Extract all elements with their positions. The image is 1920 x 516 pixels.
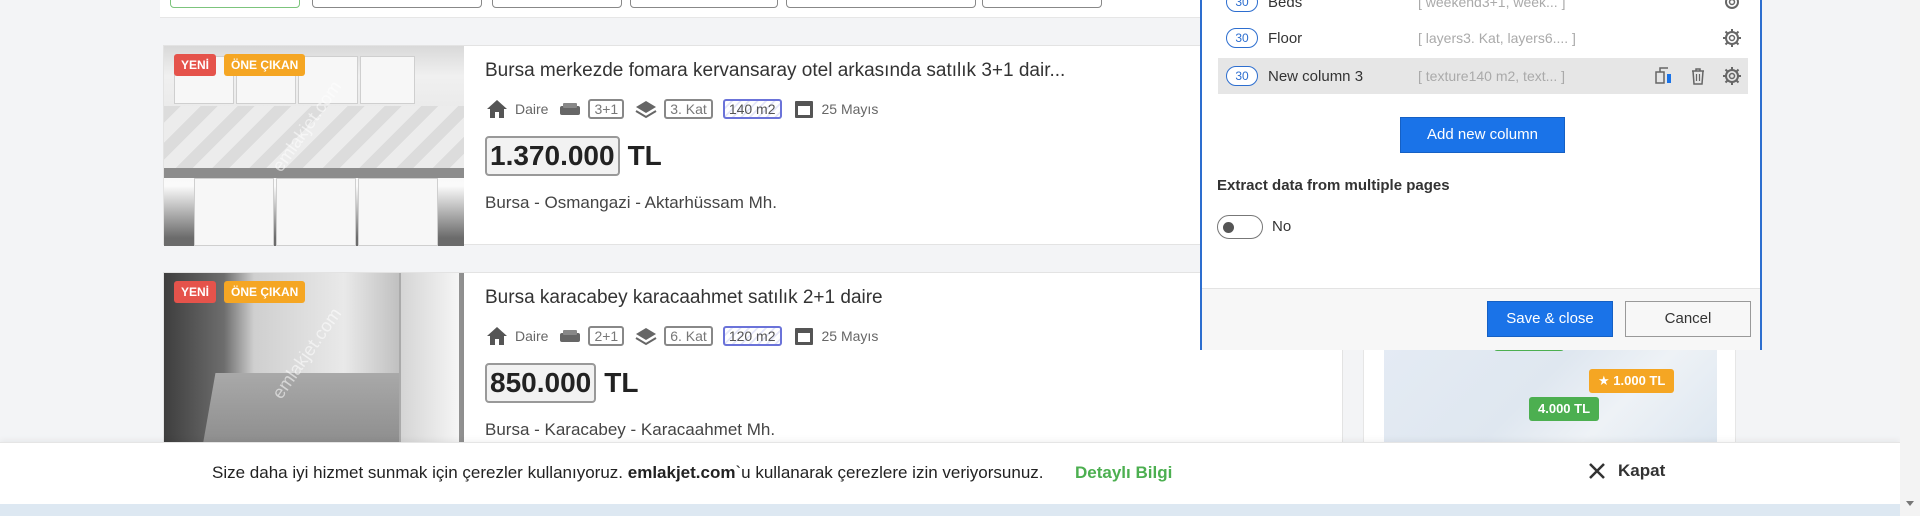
- column-name[interactable]: Floor: [1268, 30, 1418, 47]
- layers-icon: [635, 328, 657, 346]
- room-count: 3+1: [588, 99, 625, 119]
- transform-icon[interactable]: [1654, 66, 1674, 86]
- listing-price: 1.370.000 TL: [485, 136, 662, 176]
- dialog-footer: Save & close Cancel: [1202, 288, 1760, 350]
- layers-icon: [635, 101, 657, 119]
- column-preview: [ texture140 m2, text... ]: [1418, 68, 1566, 84]
- cookie-banner: Size daha iyi hizmet sunmak için çerezle…: [0, 442, 1900, 504]
- listing-price: 850.000 TL: [485, 363, 638, 403]
- house-icon: [487, 327, 507, 345]
- multi-page-toggle[interactable]: [1217, 215, 1263, 239]
- sofa-icon: [560, 103, 581, 115]
- toggle-value: No: [1272, 218, 1292, 235]
- calendar-icon: [794, 328, 813, 345]
- listing-date: 25 Mayıs: [821, 101, 879, 117]
- save-close-button[interactable]: Save & close: [1487, 301, 1613, 337]
- map-tag-label: 4.000 TL: [1538, 401, 1591, 416]
- close-icon[interactable]: [1588, 462, 1606, 480]
- map-price-tag[interactable]: 4.000 TL: [1529, 397, 1600, 421]
- cookie-message: Size daha iyi hizmet sunmak için çerezle…: [212, 463, 1044, 483]
- page-scrollbar[interactable]: [1900, 0, 1920, 516]
- star-icon: ★: [1598, 373, 1610, 388]
- listing-photo[interactable]: emlakjet.com YENİ ÖNE ÇIKAN: [164, 46, 464, 246]
- gear-icon[interactable]: [1722, 66, 1742, 86]
- column-name[interactable]: Beds: [1268, 0, 1418, 11]
- multi-page-title: Extract data from multiple pages: [1217, 177, 1450, 194]
- filter-bar: [160, 0, 1345, 18]
- filter-pill[interactable]: [786, 0, 976, 8]
- floor-number: 3. Kat: [664, 99, 713, 119]
- bottom-bar: [0, 504, 1900, 516]
- filter-pill[interactable]: [982, 0, 1102, 8]
- cookie-close-button[interactable]: Kapat: [1588, 461, 1665, 481]
- floor-number: 6. Kat: [664, 326, 713, 346]
- price-currency: TL: [604, 367, 639, 398]
- listing-title[interactable]: Bursa merkezde fomara kervansaray otel a…: [485, 60, 1065, 82]
- calendar-icon: [794, 101, 813, 118]
- column-row-selected[interactable]: 30 New column 3 [ texture140 m2, text...…: [1218, 58, 1748, 94]
- column-name[interactable]: New column 3: [1268, 68, 1418, 85]
- map-price-tag[interactable]: ★ 1.000 TL: [1589, 369, 1675, 393]
- column-row[interactable]: 30 Beds [ weekend3+1, week... ]: [1218, 0, 1748, 20]
- close-label[interactable]: Kapat: [1618, 461, 1665, 481]
- property-type: Daire: [515, 101, 549, 117]
- listing-meta: Daire 3+1 3. Kat 140 m2 25 Mayıs: [485, 97, 878, 121]
- filter-pill[interactable]: [630, 0, 778, 8]
- area-size: 140 m2: [722, 99, 782, 119]
- listing-location: Bursa - Osmangazi - Aktarhüssam Mh.: [485, 193, 777, 212]
- featured-badge: ÖNE ÇIKAN: [224, 281, 306, 303]
- new-badge: YENİ: [174, 54, 217, 76]
- listing-meta: Daire 2+1 6. Kat 120 m2 25 Mayıs: [485, 324, 878, 348]
- filter-pill[interactable]: [312, 0, 482, 8]
- row-number: 30: [1226, 28, 1258, 48]
- column-row[interactable]: 30 Floor [ layers3. Kat, layers6.... ]: [1218, 20, 1748, 56]
- gear-icon[interactable]: [1722, 0, 1742, 12]
- listing-card[interactable]: emlakjet.com YENİ ÖNE ÇIKAN Bursa merkez…: [163, 45, 1343, 246]
- map-tag-label: 1.000 TL: [1613, 373, 1666, 388]
- filter-pill[interactable]: [170, 0, 300, 8]
- gear-icon[interactable]: [1722, 28, 1742, 48]
- column-preview: [ weekend3+1, week... ]: [1418, 0, 1566, 10]
- sofa-icon: [560, 330, 581, 342]
- featured-badge: ÖNE ÇIKAN: [224, 54, 306, 76]
- row-number: 30: [1226, 66, 1258, 86]
- property-type: Daire: [515, 328, 549, 344]
- room-count: 2+1: [588, 326, 625, 346]
- listing-location: Bursa - Karacabey - Karacaahmet Mh.: [485, 420, 776, 439]
- price-currency: TL: [627, 140, 662, 171]
- cookie-text-before: Size daha iyi hizmet sunmak için çerezle…: [212, 463, 624, 482]
- new-badge: YENİ: [174, 281, 217, 303]
- cookie-brand: emlakjet.com: [627, 463, 736, 482]
- listing-title[interactable]: Bursa karacabey karacaahmet satılık 2+1 …: [485, 287, 883, 309]
- cookie-details-link[interactable]: Detaylı Bilgi: [1075, 463, 1172, 483]
- price-amount: 850.000: [485, 363, 597, 403]
- column-config-dialog: 30 Beds [ weekend3+1, week... ] 30 Floor…: [1200, 0, 1762, 350]
- scroll-down-icon[interactable]: [1906, 501, 1914, 506]
- listing-date: 25 Mayıs: [821, 328, 879, 344]
- price-amount: 1.370.000: [485, 136, 620, 176]
- column-preview: [ layers3. Kat, layers6.... ]: [1418, 30, 1576, 46]
- row-number: 30: [1226, 0, 1258, 12]
- filter-pill[interactable]: [492, 0, 622, 8]
- cookie-text-after: `u kullanarak çerezlere izin veriyorsunu…: [735, 463, 1044, 482]
- house-icon: [487, 100, 507, 118]
- area-size: 120 m2: [722, 326, 782, 346]
- add-column-button[interactable]: Add new column: [1400, 117, 1565, 153]
- toggle-knob: [1223, 222, 1234, 233]
- cancel-button[interactable]: Cancel: [1625, 301, 1751, 337]
- trash-icon[interactable]: [1688, 66, 1708, 86]
